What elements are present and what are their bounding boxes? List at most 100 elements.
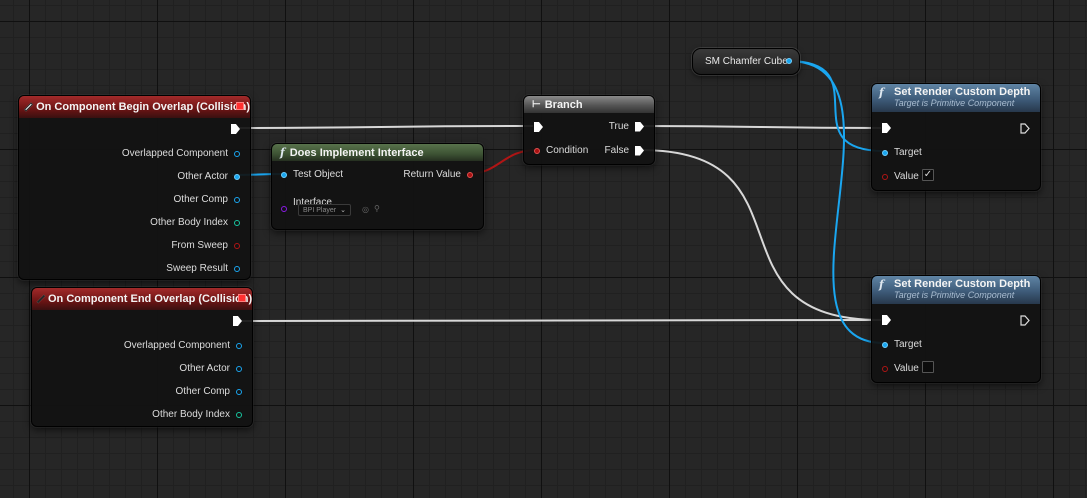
dropdown-value: BPI Player [303,206,337,214]
pin-target[interactable]: Target [882,147,922,158]
exec-out-pin[interactable] [233,316,242,326]
pin-value[interactable]: Value [882,363,919,374]
pin-label: Other Actor [177,171,228,182]
delegate-icon[interactable] [236,102,244,110]
node-does-implement-interface[interactable]: f Does Implement Interface Test Object R… [271,143,484,230]
exec-out-pin[interactable] [1020,315,1030,326]
object-pin-icon [234,173,240,180]
pin-condition[interactable]: Condition [534,145,588,156]
function-icon: f [280,146,285,159]
event-icon [36,294,46,304]
exec-pin-icon [635,145,644,156]
exec-wire-end-to-setdepth2 [240,319,882,322]
node-title: Set Render Custom Depth [894,86,1031,98]
function-icon: f [879,278,884,291]
pin-label: False [604,145,629,156]
exec-wire-begin-to-branch [237,125,534,129]
node-header[interactable]: ⊢ Branch [524,96,654,113]
node-title: On Component Begin Overlap (Collision) [36,101,250,113]
struct-pin-icon [234,265,240,272]
exec-in-pin[interactable] [534,122,543,132]
pin-other-actor[interactable]: Other Actor [179,363,242,374]
exec-pin-icon [882,123,891,133]
delegate-icon[interactable] [238,294,246,302]
node-subtitle: Target is Primitive Component [894,98,1015,108]
node-header[interactable]: f Set Render Custom Depth Target is Prim… [872,84,1040,112]
int-pin-icon [236,411,242,418]
interface-dropdown[interactable]: BPI Player ⌄ [298,204,351,216]
exec-in-pin[interactable] [882,123,891,133]
node-title: Set Render Custom Depth [894,278,1031,290]
pin-other-comp[interactable]: Other Comp [176,386,242,397]
pin-label: Other Body Index [152,409,230,420]
value-checkbox[interactable] [922,361,934,373]
object-pin-icon [236,342,242,349]
pin-label: Value [894,363,919,374]
use-selected-icon[interactable]: ◎ [362,205,369,214]
pin-other-actor[interactable]: Other Actor [177,171,240,182]
pin-from-sweep[interactable]: From Sweep [171,240,240,251]
pin-label: Sweep Result [166,263,228,274]
pin-sweep-result[interactable]: Sweep Result [166,263,240,274]
exec-out-pin[interactable] [231,124,240,134]
node-header[interactable]: On Component End Overlap (Collision) [32,288,252,310]
exec-pin-icon [231,124,240,134]
pin-label: Condition [546,145,589,156]
node-title: Branch [544,98,583,111]
interface-pin-icon [281,206,287,212]
exec-pin-icon [233,316,242,326]
exec-pin-icon [882,315,891,325]
pin-test-object[interactable]: Test Object [281,169,343,180]
branch-icon: ⊢ [532,99,541,110]
node-title: Does Implement Interface [289,146,424,159]
node-begin-overlap[interactable]: On Component Begin Overlap (Collision) O… [18,95,251,280]
bool-pin-icon [882,365,888,372]
pin-label: Value [894,171,919,182]
object-pin-icon [882,149,888,156]
pin-label: Test Object [293,169,344,180]
node-set-render-custom-depth-2[interactable]: f Set Render Custom Depth Target is Prim… [871,275,1041,383]
pin-label: Target [894,147,922,158]
object-wire-sm-to-target1 [787,60,885,152]
browse-icon[interactable]: ⚲ [374,204,380,213]
node-subtitle: Target is Primitive Component [894,290,1015,300]
pin-overlapped-component[interactable]: Overlapped Component [124,340,242,351]
exec-pin-icon [1020,123,1030,134]
node-end-overlap[interactable]: On Component End Overlap (Collision) Ove… [31,287,253,427]
pin-label: Overlapped Component [121,148,228,159]
pin-true[interactable]: True [609,121,644,132]
pin-overlapped-component[interactable]: Overlapped Component [122,148,240,159]
bool-pin-icon [467,171,473,178]
pin-other-comp[interactable]: Other Comp [174,194,240,205]
checkmark-icon: ✓ [923,169,933,180]
node-set-render-custom-depth-1[interactable]: f Set Render Custom Depth Target is Prim… [871,83,1041,191]
variable-sm-chamfer-cube[interactable]: SM Chamfer Cube [692,48,800,75]
exec-pin-icon [534,122,543,132]
pin-other-body-index[interactable]: Other Body Index [150,217,240,228]
exec-out-pin[interactable] [1020,123,1030,134]
node-header[interactable]: On Component Begin Overlap (Collision) [19,96,250,118]
chevron-down-icon: ⌄ [340,207,346,214]
pin-label: Overlapped Component [123,340,230,351]
exec-in-pin[interactable] [882,315,891,325]
value-checkbox[interactable]: ✓ [922,169,934,181]
bool-pin-icon [882,173,888,180]
pin-label: Other Actor [179,363,230,374]
pin-label: Other Body Index [150,217,228,228]
pin-value[interactable]: Value [882,171,919,182]
node-header[interactable]: f Does Implement Interface [272,144,483,161]
object-pin-icon[interactable] [786,58,792,64]
object-pin-icon [281,171,287,178]
int-pin-icon [234,219,240,226]
pin-false[interactable]: False [605,145,644,156]
exec-wire-true-to-setdepth1 [639,125,882,129]
node-header[interactable]: f Set Render Custom Depth Target is Prim… [872,276,1040,304]
pin-target[interactable]: Target [882,339,922,350]
pin-label: Target [894,339,922,350]
event-icon [23,102,34,112]
pin-label: True [608,121,629,132]
node-branch[interactable]: ⊢ Branch True Condition False [523,95,655,165]
pin-return-value[interactable]: Return Value [403,169,473,180]
object-pin-icon [236,365,242,372]
pin-other-body-index[interactable]: Other Body Index [152,409,242,420]
